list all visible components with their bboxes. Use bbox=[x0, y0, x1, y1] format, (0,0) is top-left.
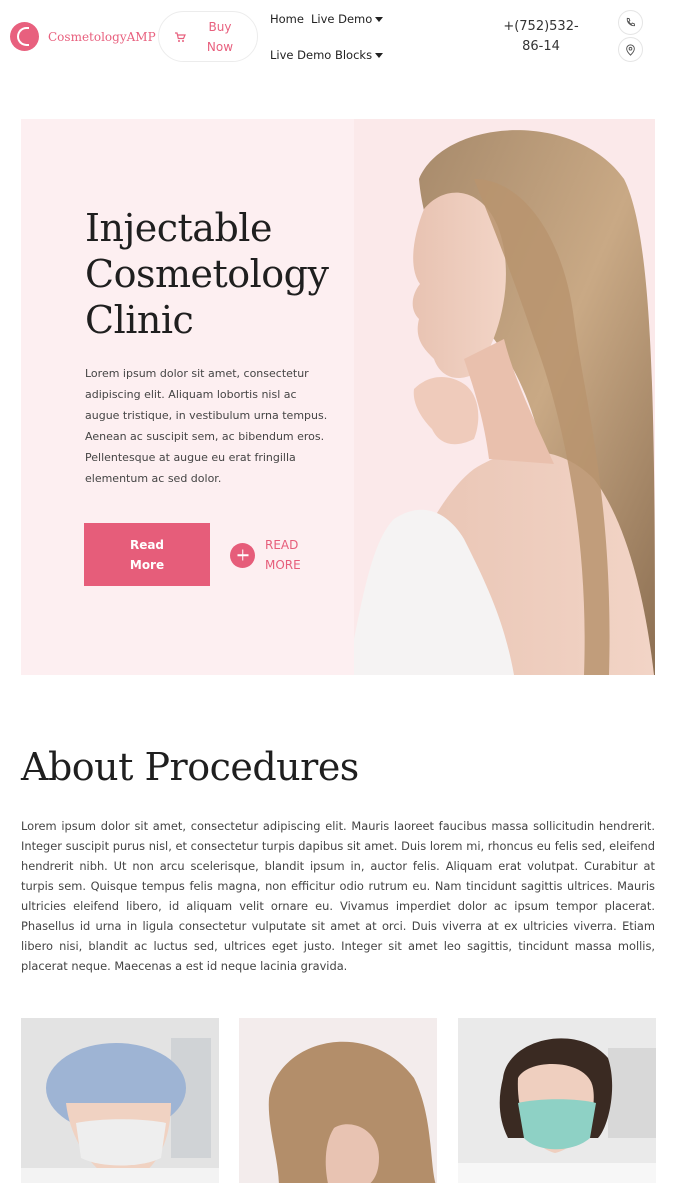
hero-description: Lorem ipsum dolor sit amet, consectetur … bbox=[85, 367, 328, 485]
about-description: Lorem ipsum dolor sit amet, consectetur … bbox=[21, 819, 655, 973]
logo-text: CosmetologyAMP bbox=[48, 29, 156, 44]
woman-profile-image bbox=[239, 1018, 437, 1183]
read-more-button[interactable]: Read More bbox=[84, 523, 210, 586]
nav-live-demo[interactable]: Live Demo bbox=[311, 12, 384, 26]
phone-number[interactable]: +(752)532-86-14 bbox=[496, 17, 586, 57]
nav-home[interactable]: Home bbox=[270, 12, 304, 26]
cart-icon bbox=[175, 31, 186, 42]
hero-image-woman bbox=[354, 119, 655, 675]
hero-section: Injectable Cosmetology Clinic Lorem ipsu… bbox=[21, 119, 655, 675]
location-pin-icon[interactable] bbox=[618, 37, 643, 62]
nurse-with-mask-image bbox=[458, 1018, 656, 1183]
hero-title: Injectable Cosmetology Clinic bbox=[85, 206, 329, 342]
about-title: About Procedures bbox=[21, 745, 359, 789]
procedure-card-image-2[interactable] bbox=[239, 1018, 437, 1183]
read-more-link[interactable]: READ MORE bbox=[230, 535, 305, 575]
read-more-link-label: READ MORE bbox=[265, 538, 301, 572]
phone-icon[interactable] bbox=[618, 10, 643, 35]
buy-now-button[interactable]: Buy Now bbox=[158, 11, 258, 62]
logo[interactable]: CosmetologyAMP bbox=[10, 22, 156, 51]
procedure-card-image-1[interactable] bbox=[21, 1018, 219, 1183]
buy-now-label: Buy Now bbox=[206, 19, 234, 54]
logo-icon bbox=[10, 22, 39, 51]
procedure-card-image-3[interactable] bbox=[458, 1018, 656, 1183]
chevron-down-icon bbox=[375, 53, 384, 58]
doctor-with-cap-image bbox=[21, 1018, 219, 1183]
nav-live-demo-blocks[interactable]: Live Demo Blocks bbox=[270, 48, 384, 62]
read-more-button-label: Read More bbox=[129, 537, 165, 572]
plus-icon bbox=[230, 542, 255, 568]
chevron-down-icon bbox=[375, 17, 384, 22]
